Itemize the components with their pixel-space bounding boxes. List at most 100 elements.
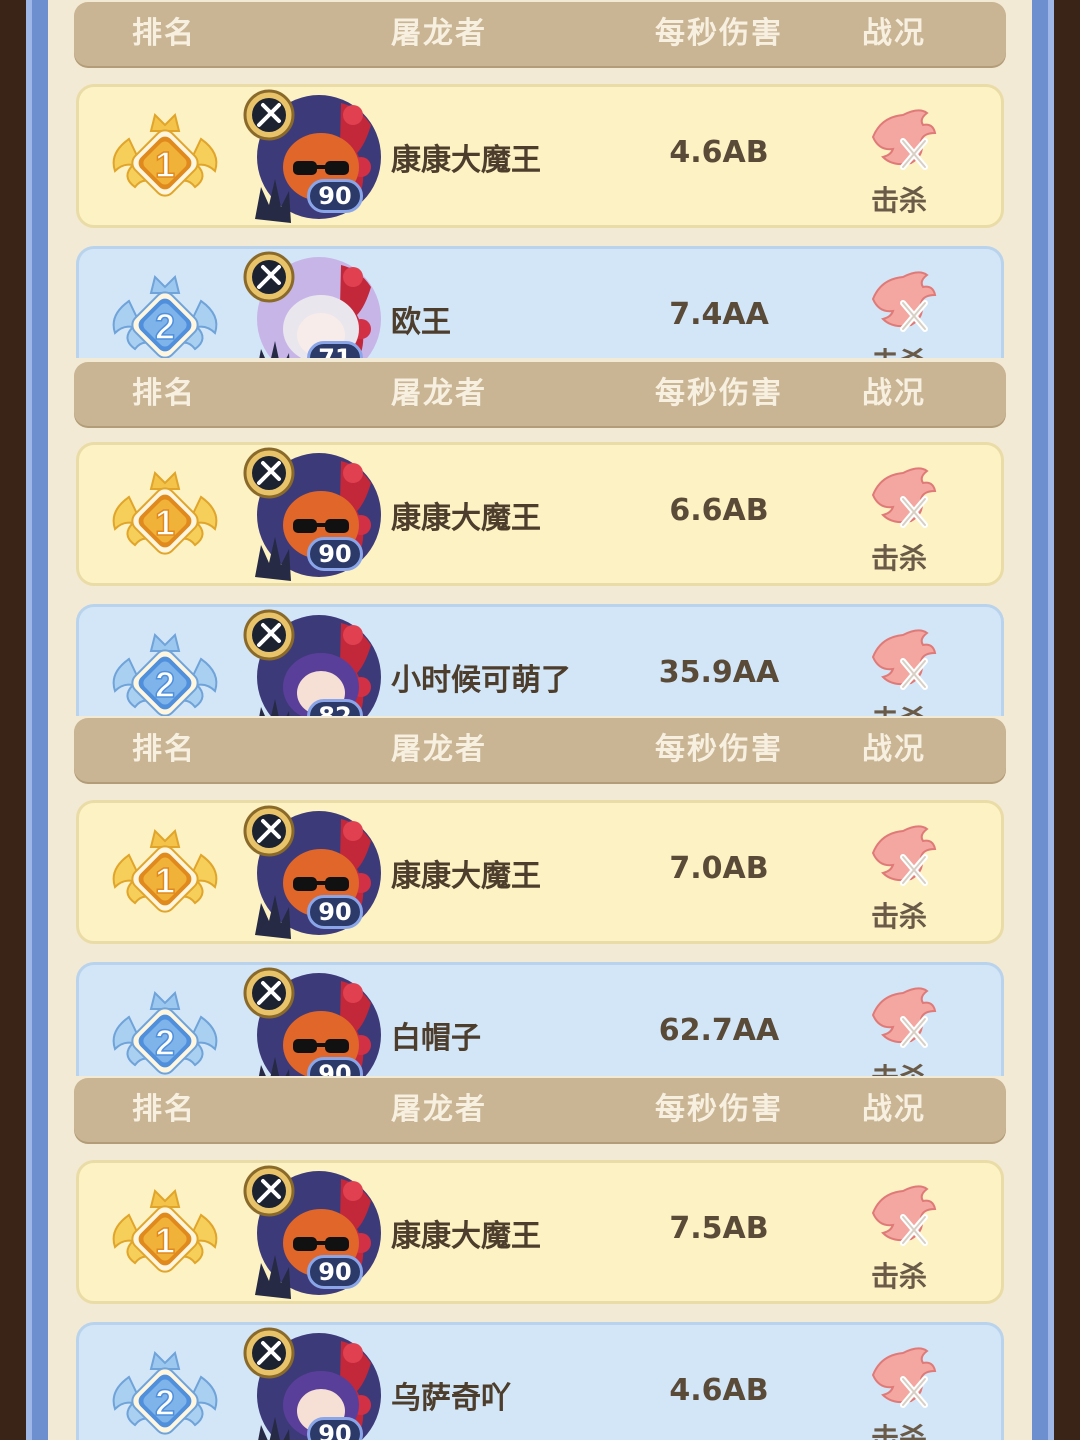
status-label: 击杀 <box>849 341 949 358</box>
status-label: 击杀 <box>870 184 927 217</box>
header-slayer: 屠龙者 <box>391 376 487 411</box>
player-name: 欧王 <box>391 305 451 340</box>
status-label: 击杀 <box>870 900 927 933</box>
svg-text:2: 2 <box>155 306 175 347</box>
dragon-kill-icon <box>863 621 939 701</box>
header-dps: 每秒伤害 <box>655 376 783 411</box>
ranking-panel: 排名 屠龙者 每秒伤害 战况 1 90 康康大魔王 4.6AB 击杀 2 71 欧王 7.4AA 击杀 <box>0 0 1080 358</box>
dragon-kill-icon <box>863 263 939 343</box>
battle-status: 击杀 <box>849 459 949 579</box>
player-avatar[interactable]: 82 <box>241 607 381 716</box>
dragon-kill-icon <box>863 979 939 1059</box>
dragon-kill-icon <box>863 459 939 539</box>
header-dps: 每秒伤害 <box>655 1092 783 1127</box>
ranking-row[interactable]: 1 90 康康大魔王 7.0AB 击杀 <box>76 800 1004 944</box>
battle-status: 击杀 <box>849 817 949 937</box>
header-rank: 排名 <box>132 16 196 51</box>
rank-medal: 1 <box>107 1183 223 1283</box>
level-badge: 90 <box>307 179 363 213</box>
player-name: 乌萨奇吖 <box>391 1381 511 1416</box>
svg-text:1: 1 <box>155 1220 175 1261</box>
svg-text:1: 1 <box>155 860 175 901</box>
dragon-kill-icon <box>863 817 939 897</box>
header-slayer: 屠龙者 <box>391 732 487 767</box>
header-status: 战况 <box>862 732 926 767</box>
ranking-row[interactable]: 2 82 小时候可萌了 35.9AA 击杀 <box>76 604 1004 716</box>
header-status: 战况 <box>862 1092 926 1127</box>
rank-medal: 2 <box>107 985 223 1076</box>
player-name: 康康大魔王 <box>391 143 541 178</box>
battle-status: 击杀 <box>849 1177 949 1297</box>
ranking-header: 排名 屠龙者 每秒伤害 战况 <box>74 2 1006 66</box>
ranking-panel: 排名 屠龙者 每秒伤害 战况 1 90 康康大魔王 7.5AB 击杀 2 90 乌萨奇吖 4.6AB 击杀 <box>0 1076 1080 1440</box>
player-name: 康康大魔王 <box>391 859 541 894</box>
player-avatar[interactable]: 90 <box>241 1325 381 1440</box>
level-badge: 90 <box>307 1057 363 1076</box>
svg-text:1: 1 <box>155 502 175 543</box>
battle-status: 击杀 <box>849 101 949 221</box>
ranking-panel: 排名 屠龙者 每秒伤害 战况 1 90 康康大魔王 6.6AB 击杀 2 82 小时候可萌了 35.9A… <box>0 358 1080 716</box>
player-avatar[interactable]: 71 <box>241 249 381 358</box>
svg-text:1: 1 <box>155 144 175 185</box>
rank-medal: 1 <box>107 465 223 565</box>
player-name: 康康大魔王 <box>391 501 541 536</box>
ranking-header: 排名 屠龙者 每秒伤害 战况 <box>74 1078 1006 1142</box>
dragon-kill-icon <box>863 101 939 181</box>
player-name: 白帽子 <box>391 1021 481 1056</box>
dps-value: 7.4AA <box>669 297 769 332</box>
player-avatar[interactable]: 90 <box>241 965 381 1076</box>
header-rank: 排名 <box>132 376 196 411</box>
player-avatar[interactable]: 90 <box>241 1163 381 1303</box>
ranking-row[interactable]: 1 90 康康大魔王 6.6AB 击杀 <box>76 442 1004 586</box>
ranking-row[interactable]: 1 90 康康大魔王 4.6AB 击杀 <box>76 84 1004 228</box>
ranking-header: 排名 屠龙者 每秒伤害 战况 <box>74 362 1006 426</box>
dps-value: 62.7AA <box>658 1013 780 1048</box>
status-label: 击杀 <box>870 1422 927 1440</box>
battle-status: 击杀 <box>849 979 949 1076</box>
dps-value: 4.6AB <box>669 1373 769 1408</box>
header-slayer: 屠龙者 <box>391 16 487 51</box>
dps-value: 4.6AB <box>669 135 769 170</box>
level-badge: 90 <box>307 1255 363 1289</box>
player-name: 小时候可萌了 <box>391 663 571 698</box>
rank-medal: 1 <box>107 823 223 923</box>
header-status: 战况 <box>862 16 926 51</box>
header-slayer: 屠龙者 <box>391 1092 487 1127</box>
dps-value: 6.6AB <box>669 493 769 528</box>
svg-text:2: 2 <box>155 1382 175 1423</box>
level-badge: 90 <box>307 895 363 929</box>
battle-status: 击杀 <box>849 263 949 358</box>
ranking-row[interactable]: 2 90 白帽子 62.7AA 击杀 <box>76 962 1004 1076</box>
ranking-row[interactable]: 1 90 康康大魔王 7.5AB 击杀 <box>76 1160 1004 1304</box>
status-label: 击杀 <box>870 1260 927 1293</box>
ranking-panel: 排名 屠龙者 每秒伤害 战况 1 90 康康大魔王 7.0AB 击杀 2 90 白帽子 62.7AA 击杀 <box>0 716 1080 1076</box>
status-label: 击杀 <box>870 542 927 575</box>
svg-text:2: 2 <box>155 1022 175 1063</box>
battle-status: 击杀 <box>849 1339 949 1440</box>
header-status: 战况 <box>862 376 926 411</box>
player-name: 康康大魔王 <box>391 1219 541 1254</box>
battle-status: 击杀 <box>849 621 949 716</box>
player-avatar[interactable]: 90 <box>241 803 381 943</box>
rank-medal: 2 <box>107 269 223 358</box>
ranking-header: 排名 屠龙者 每秒伤害 战况 <box>74 718 1006 782</box>
player-avatar[interactable]: 90 <box>241 445 381 585</box>
status-label: 击杀 <box>849 699 949 716</box>
header-rank: 排名 <box>132 732 196 767</box>
status-label: 击杀 <box>849 1057 949 1076</box>
dps-value: 35.9AA <box>658 655 780 690</box>
ranking-row[interactable]: 2 90 乌萨奇吖 4.6AB 击杀 <box>76 1322 1004 1440</box>
header-dps: 每秒伤害 <box>655 732 783 767</box>
header-rank: 排名 <box>132 1092 196 1127</box>
player-avatar[interactable]: 90 <box>241 87 381 227</box>
level-badge: 90 <box>307 1417 363 1440</box>
dps-value: 7.5AB <box>669 1211 769 1246</box>
header-dps: 每秒伤害 <box>655 16 783 51</box>
dps-value: 7.0AB <box>669 851 769 886</box>
dragon-kill-icon <box>863 1177 939 1257</box>
level-badge: 71 <box>307 341 363 358</box>
level-badge: 82 <box>307 699 363 716</box>
ranking-row[interactable]: 2 71 欧王 7.4AA 击杀 <box>76 246 1004 358</box>
rank-medal: 2 <box>107 1345 223 1440</box>
level-badge: 90 <box>307 537 363 571</box>
